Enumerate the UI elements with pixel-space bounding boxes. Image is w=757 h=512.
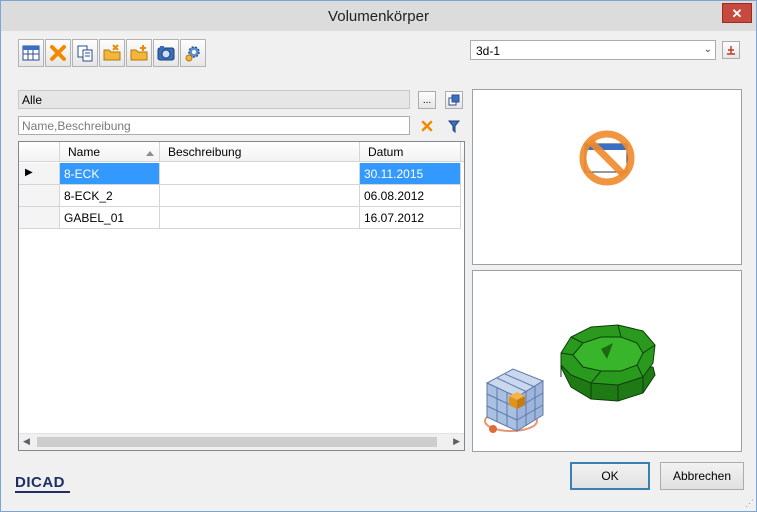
search-placeholder: Name,Beschreibung [22,119,131,133]
table-button[interactable] [18,39,44,67]
folder-add-icon [130,45,148,61]
clear-x-icon [421,120,433,132]
window-title: Volumenkörper [328,8,429,25]
cell-name[interactable]: 8-ECK_2 [60,185,160,207]
cell-name[interactable]: 8-ECK [60,163,160,185]
cancel-button[interactable]: Abbrechen [660,462,744,490]
resize-grip-icon[interactable]: ⋰ [745,498,754,509]
import-button[interactable] [99,39,125,67]
horizontal-scrollbar[interactable]: ◀ ▶ [19,433,464,450]
ok-button[interactable]: OK [570,462,650,490]
table-row[interactable]: GABEL_01 16.07.2012 [19,207,464,229]
dialog-window: Volumenkörper ✕ 3d-1 ⌄ Alle ... Name,Bes… [0,0,757,512]
tree-icon [727,46,735,55]
column-header-date[interactable]: Datum [360,142,461,162]
category-filter-field[interactable]: Alle [18,90,410,109]
camera-icon [157,46,175,61]
camera-button[interactable] [153,39,179,67]
clear-search-button[interactable] [418,117,436,135]
current-row-icon: ▶ [25,167,33,178]
category-filter-value: Alle [22,93,43,107]
row-header[interactable] [19,185,60,207]
row-header[interactable]: ▶ [19,163,60,185]
scroll-left-icon[interactable]: ◀ [23,436,30,447]
column-header-description[interactable]: Beschreibung [160,142,360,162]
delete-x-icon [50,45,66,61]
preview-panel [472,89,742,265]
3d-preview-panel [472,270,742,452]
cell-date[interactable]: 06.08.2012 [360,185,461,207]
delete-button[interactable] [45,39,71,67]
browse-button[interactable]: ... [418,91,436,109]
filter-button[interactable] [445,117,463,135]
chevron-down-icon: ⌄ [703,44,712,55]
cell-date[interactable]: 16.07.2012 [360,207,461,229]
add-folder-button[interactable] [126,39,152,67]
copy-button[interactable] [72,39,98,67]
catalog-select[interactable]: 3d-1 ⌄ [470,40,716,60]
dialog-content: 3d-1 ⌄ Alle ... Name,Beschreibung Name B… [8,31,749,505]
funnel-icon [448,120,460,133]
cell-description[interactable] [160,207,360,229]
logo-underline [15,491,70,493]
scroll-right-icon[interactable]: ▶ [453,436,460,447]
cell-description[interactable] [160,163,360,185]
dicad-logo: DICAD [15,474,65,491]
row-header-corner [19,142,60,162]
open-window-icon [448,94,460,106]
column-header-name[interactable]: Name [60,142,160,162]
cell-description[interactable] [160,185,360,207]
sort-ascending-icon [146,151,154,156]
scrollbar-thumb[interactable] [37,437,437,447]
no-preview-icon [579,130,635,186]
folder-import-icon [103,44,121,61]
settings-button[interactable] [180,39,206,67]
row-header[interactable] [19,207,60,229]
copy-icon [77,45,93,62]
cell-name[interactable]: GABEL_01 [60,207,160,229]
catalog-options-button[interactable] [722,41,740,59]
title-bar[interactable]: Volumenkörper ✕ [1,1,756,31]
toolbar [18,39,206,69]
octagon-solid [560,324,656,402]
cell-date[interactable]: 30.11.2015 [360,163,461,185]
3d-octagon-preview [484,324,656,433]
table-row[interactable]: 8-ECK_2 06.08.2012 [19,185,464,207]
objects-table[interactable]: Name Beschreibung Datum ▶ 8-ECK 30.11.20… [18,141,465,451]
search-input[interactable]: Name,Beschreibung [18,116,410,135]
table-row[interactable]: ▶ 8-ECK 30.11.2015 [19,163,464,185]
navigation-cube-icon [485,368,545,433]
open-window-button[interactable] [445,91,463,109]
catalog-select-value: 3d-1 [476,44,501,58]
table-icon [22,45,40,61]
table-header: Name Beschreibung Datum [19,142,464,162]
close-button[interactable]: ✕ [722,3,752,23]
settings-gear-icon [185,46,200,62]
